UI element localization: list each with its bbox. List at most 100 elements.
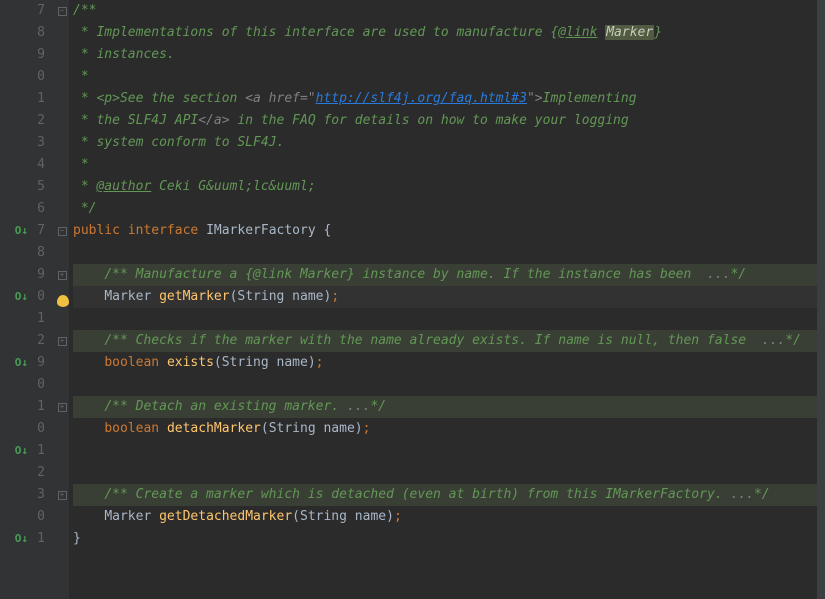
paren: ( [214,355,222,370]
doc-summary: /** Detach an existing marker. [104,399,347,414]
param-type: String [237,289,284,304]
line-number: 8 [31,22,45,44]
interface-name: IMarkerFactory [206,223,316,238]
fold-expand-icon[interactable]: + [58,403,67,412]
fold-expand-icon[interactable]: + [58,271,67,280]
line-number: 1 [31,308,45,330]
method-name: exists [167,355,214,370]
doc-html-tag: "> [527,91,543,106]
line-number: 6 [31,198,45,220]
doc-text: * [73,179,96,194]
fold-ellipsis[interactable]: ... [754,333,785,348]
line-number: 4 [31,154,45,176]
line-number: 2 [31,330,45,352]
param-name: name [347,509,386,524]
fold-expand-icon[interactable]: + [58,337,67,346]
line-number: 9 [31,264,45,286]
method-name: getMarker [159,289,229,304]
doc-summary: /** Create a marker which is detached (e… [104,487,730,502]
fold-ellipsis[interactable]: ... [730,487,753,502]
param-name: name [316,421,355,436]
line-number: 0 [31,418,45,440]
paren: ) [386,509,394,524]
param-name: name [269,355,308,370]
doc-url[interactable]: http://slf4j.org/faq.html#3 [316,91,527,106]
override-marker-icon[interactable]: O↓ [15,352,28,374]
vertical-scrollbar[interactable] [817,0,825,599]
semicolon: ; [331,289,339,304]
doc-end: */ [754,487,770,502]
param-type: String [269,421,316,436]
semicolon: ; [316,355,324,370]
doc-text: * [73,157,89,172]
return-type: boolean [104,421,159,436]
doc-text: Ceki G&uuml;lc&uuml; [151,179,315,194]
doc-end: */ [370,399,386,414]
doc-text: */ [73,201,96,216]
line-number: 9 [31,44,45,66]
doc-author-tag: @author [96,179,151,194]
param-name: name [284,289,323,304]
line-number: 3 [31,484,45,506]
doc-text: * system conform to SLF4J. [73,135,284,150]
fold-collapse-icon[interactable]: − [58,7,67,16]
line-number: 0 [31,66,45,88]
paren: ) [308,355,316,370]
override-marker-icon[interactable]: O↓ [15,528,28,550]
doc-summary: /** Checks if the marker with the name a… [104,333,754,348]
line-number: 0 [31,286,45,308]
doc-summary: /** Manufacture a {@link Marker} instanc… [104,267,699,282]
keyword: public [73,223,120,238]
semicolon: ; [363,421,371,436]
fold-ellipsis[interactable]: ... [347,399,370,414]
semicolon: ; [394,509,402,524]
keyword: interface [128,223,198,238]
fold-collapse-icon[interactable]: − [58,227,67,236]
line-number: 5 [31,176,45,198]
paren: ( [261,421,269,436]
doc-link-tag: @link [558,25,597,40]
line-number: 3 [31,132,45,154]
doc-text: * the SLF4J API [73,113,198,128]
brace: { [316,223,332,238]
override-marker-icon[interactable]: O↓ [15,440,28,462]
paren: ) [355,421,363,436]
doc-html-tag: </a> [198,113,229,128]
param-type: String [300,509,347,524]
fold-expand-icon[interactable]: + [58,491,67,500]
code-area[interactable]: /** * Implementations of this interface … [69,0,825,599]
line-number: 1 [31,396,45,418]
doc-text: in the FAQ for details on how to make yo… [230,113,629,128]
override-marker-icon[interactable]: O↓ [15,220,28,242]
line-number: 7 [31,220,45,242]
line-number: 8 [31,242,45,264]
doc-text: Implementing [543,91,637,106]
doc-text: /** [73,3,96,18]
intention-bulb-icon[interactable] [57,295,69,307]
return-type: boolean [104,355,159,370]
doc-link-target: Marker [605,25,654,40]
method-name: detachMarker [167,421,261,436]
line-number: 7 [31,0,45,22]
override-marker-icon[interactable]: O↓ [15,286,28,308]
doc-end: */ [730,267,746,282]
line-number: 9 [31,352,45,374]
paren: ( [292,509,300,524]
return-type: Marker [104,509,151,524]
line-number-gutter: 7 8 9 0 1 2 3 4 5 6 O↓7 8 9 O↓0 1 2 O↓9 … [0,0,55,599]
fold-ellipsis[interactable]: ... [699,267,730,282]
return-type: Marker [104,289,151,304]
brace: } [73,531,81,546]
doc-text: } [654,25,662,40]
code-editor[interactable]: 7 8 9 0 1 2 3 4 5 6 O↓7 8 9 O↓0 1 2 O↓9 … [0,0,825,599]
line-number: 0 [31,374,45,396]
line-number: 1 [31,88,45,110]
line-number: 1 [31,440,45,462]
line-number: 1 [31,528,45,550]
fold-gutter: − − + + + + [55,0,69,599]
line-number: 0 [31,506,45,528]
param-type: String [222,355,269,370]
doc-text: * [73,69,89,84]
doc-html-tag: <a href=" [245,91,315,106]
doc-text: * instances. [73,47,175,62]
